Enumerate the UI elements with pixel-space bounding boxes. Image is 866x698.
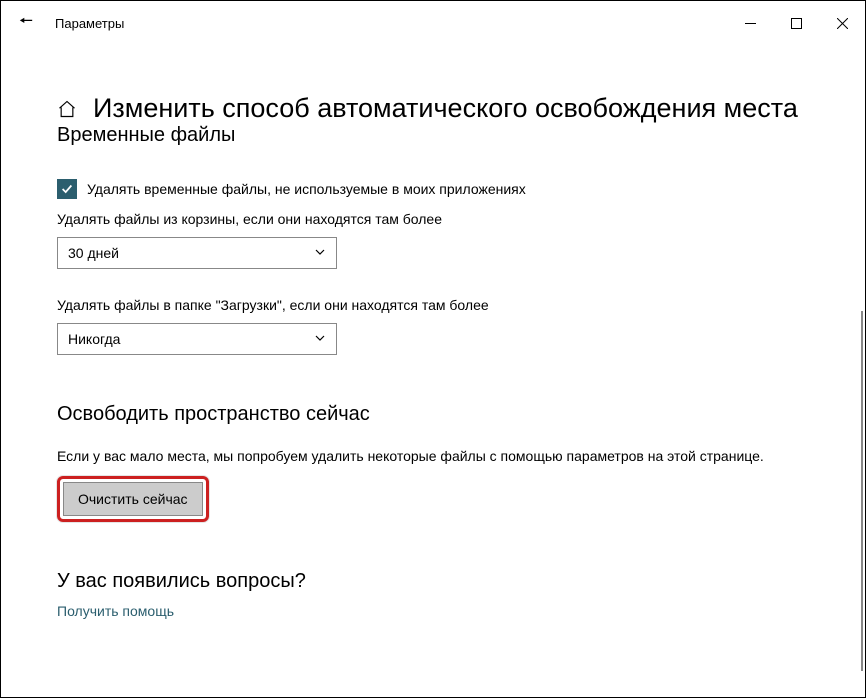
questions-header: У вас появились вопросы? — [57, 570, 835, 593]
recycle-bin-label: Удалять файлы из корзины, если они наход… — [57, 211, 835, 227]
get-help-link[interactable]: Получить помощь — [57, 603, 174, 619]
minimize-button[interactable] — [727, 7, 773, 39]
downloads-label: Удалять файлы в папке "Загрузки", если о… — [57, 297, 835, 313]
scrollbar[interactable] — [861, 311, 863, 671]
delete-temp-files-label: Удалять временные файлы, не используемые… — [87, 181, 526, 197]
home-icon[interactable] — [57, 99, 77, 119]
recycle-bin-dropdown[interactable]: 30 дней — [57, 237, 337, 269]
chevron-down-icon — [314, 246, 326, 261]
close-button[interactable] — [819, 7, 865, 39]
free-space-description: Если у вас мало места, мы попробуем удал… — [57, 448, 835, 464]
downloads-value: Никогда — [68, 331, 314, 347]
page-heading: Изменить способ автоматического освобожд… — [93, 93, 798, 124]
free-space-header: Освободить пространство сейчас — [57, 403, 835, 426]
clean-now-button[interactable]: Очистить сейчас — [63, 482, 203, 516]
highlight-annotation: Очистить сейчас — [57, 476, 209, 522]
subheading-temp-files: Временные файлы — [57, 124, 835, 147]
titlebar: 🠔 Параметры — [1, 1, 865, 45]
recycle-bin-value: 30 дней — [68, 245, 314, 261]
window-title: Параметры — [55, 16, 124, 31]
chevron-down-icon — [314, 332, 326, 347]
back-arrow-icon[interactable]: 🠔 — [19, 10, 33, 37]
downloads-dropdown[interactable]: Никогда — [57, 323, 337, 355]
content-area: Изменить способ автоматического освобожд… — [1, 93, 865, 619]
maximize-button[interactable] — [773, 7, 819, 39]
delete-temp-files-checkbox[interactable] — [57, 179, 77, 199]
window-controls — [727, 7, 865, 39]
